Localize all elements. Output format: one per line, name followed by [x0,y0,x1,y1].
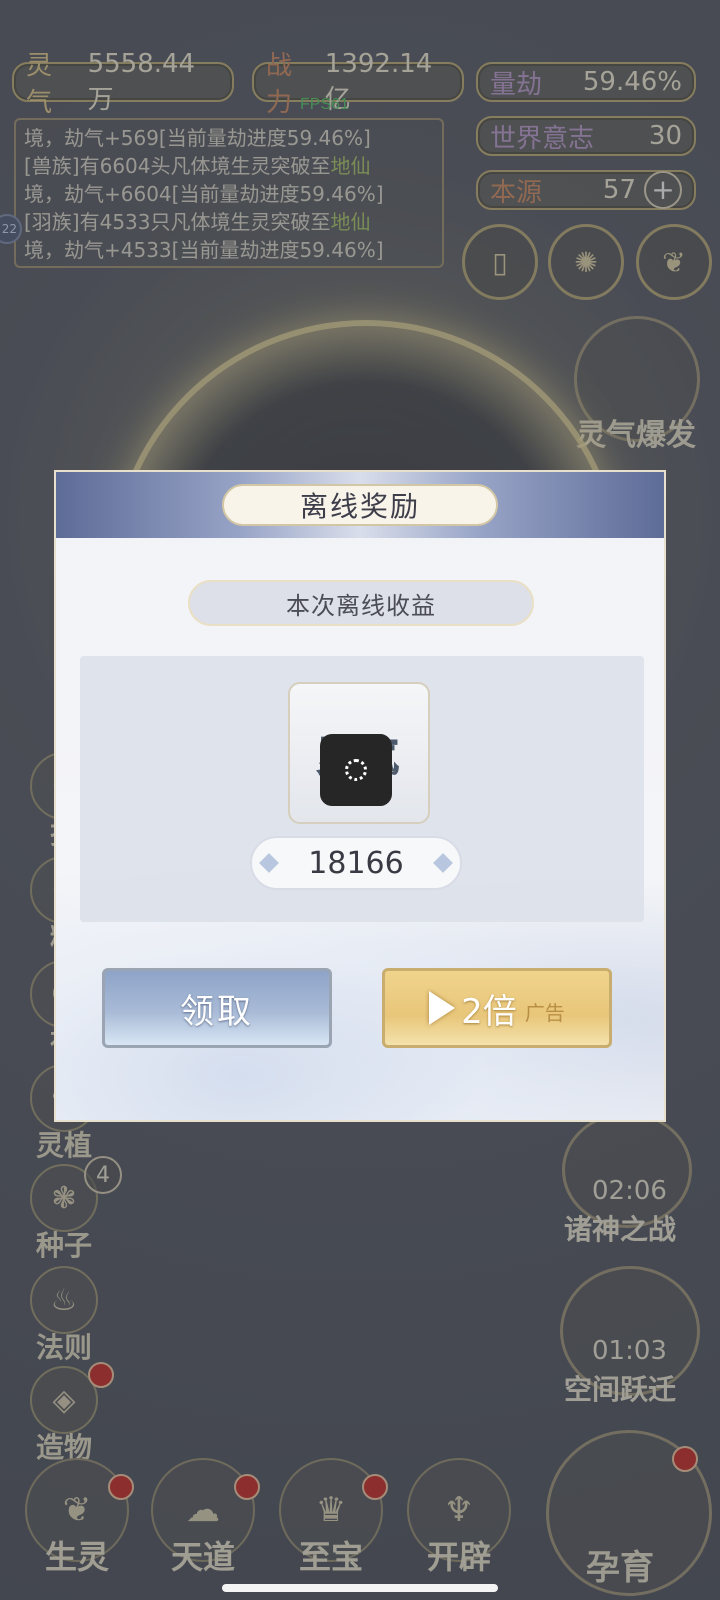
double-reward-button[interactable]: 2倍 广告 [382,968,612,1048]
spinner-icon [345,759,367,781]
dialog-subtitle: 本次离线收益 [188,580,534,626]
diamond-icon [259,853,279,873]
loading-indicator [320,734,392,806]
dialog-title: 离线奖励 [222,484,498,526]
reward-amount: 18166 [250,836,462,890]
double-label: 2倍 [461,991,517,1032]
offline-reward-dialog: 离线奖励 本次离线收益 灵气 18166 领取 2倍 广告 [54,470,666,1122]
reward-amount-value: 18166 [308,845,404,881]
home-indicator[interactable] [222,1584,498,1592]
ad-label: 广告 [524,1000,565,1025]
play-video-icon [429,991,456,1025]
claim-button[interactable]: 领取 [102,968,332,1048]
diamond-icon [433,853,453,873]
